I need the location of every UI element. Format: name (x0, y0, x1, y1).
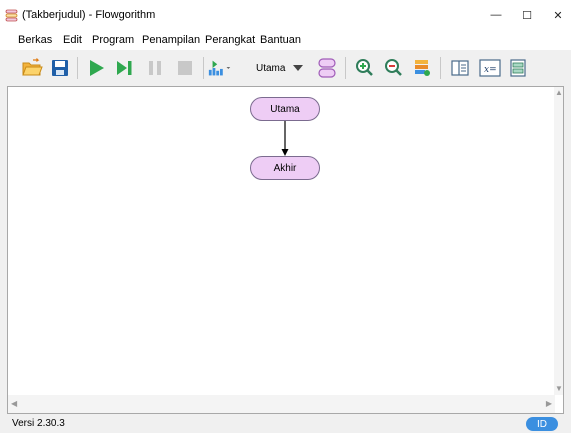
step-icon[interactable] (111, 55, 137, 81)
flowchart-canvas[interactable]: Utama Akhir (8, 87, 555, 395)
run-icon[interactable] (83, 55, 109, 81)
menu-penampilan[interactable]: Penampilan (142, 34, 200, 46)
title-bar: (Takberjudul) - Flowgorithm — ☐ ✕ (0, 0, 571, 30)
status-bar: Versi 2.30.3 ID (0, 414, 571, 433)
pause-icon[interactable] (142, 55, 168, 81)
start-node[interactable]: Utama (250, 97, 320, 121)
close-button[interactable]: ✕ (540, 4, 571, 26)
toolbar-separator (440, 57, 441, 79)
variable-watch-icon[interactable]: x= (477, 55, 503, 81)
toolbar: Utama x= (0, 51, 571, 85)
function-selector-value: Utama (256, 62, 286, 74)
flowchart-area: Utama Akhir ▲ ▼ ◀ ▶ (7, 86, 564, 414)
console-icon[interactable] (505, 55, 531, 81)
function-selector[interactable]: Utama (252, 58, 308, 78)
menu-perangkat[interactable]: Perangkat (205, 34, 255, 46)
panel-layout-icon[interactable] (447, 55, 473, 81)
flow-connector (281, 121, 289, 156)
menu-bar: Berkas Edit Program Penampilan Perangkat… (0, 30, 571, 50)
stop-icon[interactable] (172, 55, 198, 81)
chevron-down-icon (293, 62, 304, 74)
window-title: (Takberjudul) - Flowgorithm (22, 9, 156, 21)
svg-text:x=: x= (484, 65, 497, 75)
open-folder-icon[interactable] (19, 55, 45, 81)
toolbar-separator (203, 57, 204, 79)
version-label: Versi 2.30.3 (12, 418, 65, 429)
toolbar-separator (77, 57, 78, 79)
layout-icon[interactable] (207, 55, 233, 81)
menu-bantuan[interactable]: Bantuan (260, 34, 301, 46)
menu-edit[interactable]: Edit (63, 34, 82, 46)
zoom-out-icon[interactable] (381, 55, 407, 81)
vertical-scrollbar[interactable]: ▲ ▼ (554, 87, 563, 395)
flowgorithm-app-icon (5, 9, 18, 22)
menu-berkas[interactable]: Berkas (18, 34, 52, 46)
menu-program[interactable]: Program (92, 34, 134, 46)
variables-icon[interactable] (409, 55, 435, 81)
horizontal-scrollbar[interactable]: ◀ ▶ (8, 395, 555, 413)
zoom-in-icon[interactable] (352, 55, 378, 81)
save-icon[interactable] (47, 55, 73, 81)
scroll-down-icon[interactable]: ▼ (555, 385, 563, 393)
scroll-right-icon[interactable]: ▶ (546, 400, 552, 408)
end-node[interactable]: Akhir (250, 156, 320, 180)
language-badge[interactable]: ID (526, 417, 558, 431)
toolbar-separator (345, 57, 346, 79)
scroll-up-icon[interactable]: ▲ (555, 89, 563, 97)
add-function-icon[interactable] (314, 55, 340, 81)
scroll-left-icon[interactable]: ◀ (11, 400, 17, 408)
